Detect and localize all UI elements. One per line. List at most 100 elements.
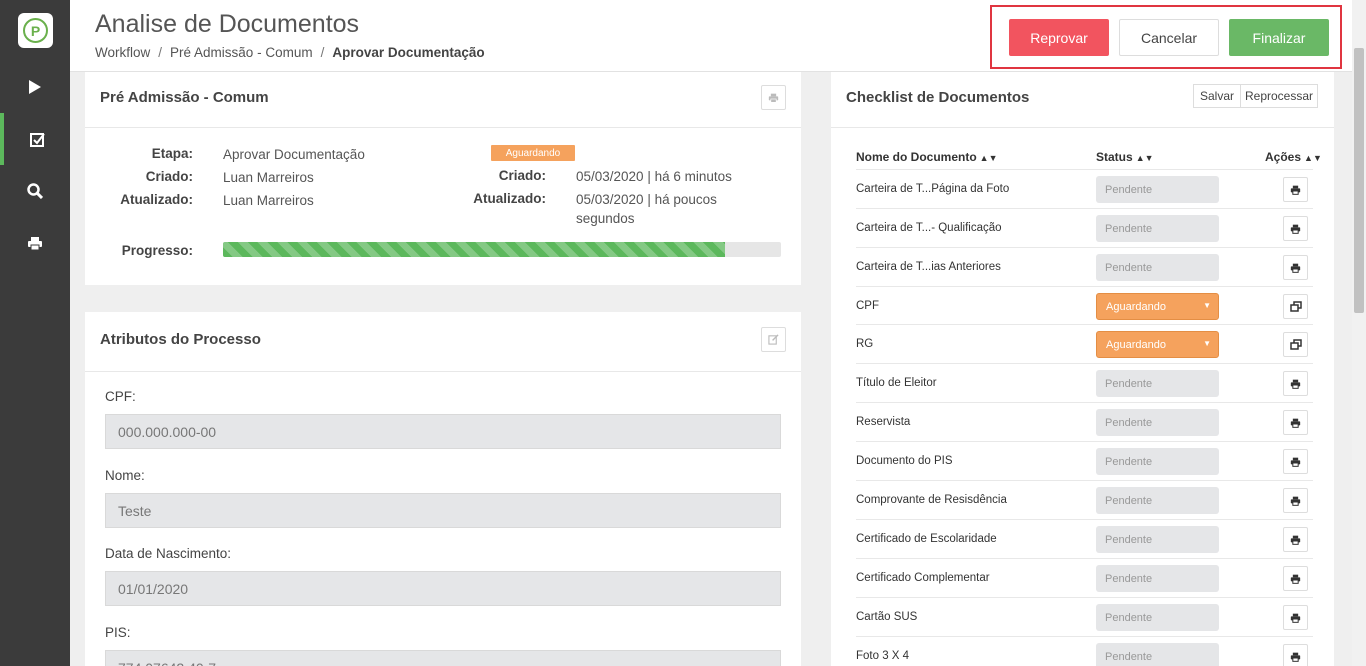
play-icon [29, 80, 41, 94]
nascimento-label: Data de Nascimento: [105, 546, 232, 561]
breadcrumb-separator: / [158, 45, 163, 60]
document-name: Comprovante de Resisdência [856, 494, 1007, 506]
nome-field[interactable] [105, 493, 781, 528]
print-icon [1290, 652, 1301, 662]
salvar-button[interactable]: Salvar [1193, 84, 1241, 108]
status-value: Pendente [1105, 377, 1153, 390]
table-row: Título de Eleitor Pendente [856, 363, 1313, 402]
print-button[interactable] [1283, 488, 1308, 513]
print-button[interactable] [1283, 177, 1308, 202]
document-name: Título de Eleitor [856, 377, 937, 389]
open-document-button[interactable] [1283, 294, 1308, 319]
print-button[interactable] [1283, 371, 1308, 396]
scrollbar-thumb[interactable] [1354, 48, 1364, 313]
sidebar-item-tasks[interactable] [0, 113, 70, 165]
sidebar-item-search[interactable] [0, 165, 70, 217]
criado-value: Luan Marreiros [223, 170, 314, 185]
open-document-button[interactable] [1283, 332, 1308, 357]
table-row: CPF Aguardando ▼ [856, 286, 1313, 325]
print-icon [28, 236, 42, 250]
print-button[interactable] [1283, 410, 1308, 435]
cancelar-button[interactable]: Cancelar [1119, 19, 1219, 56]
document-name: Certificado Complementar [856, 572, 990, 584]
status-value: Pendente [1105, 533, 1153, 546]
sidebar-item-play[interactable] [0, 61, 70, 113]
breadcrumb-process[interactable]: Pré Admissão - Comum [170, 45, 313, 60]
panel-title: Checklist de Documentos [846, 89, 1030, 106]
document-name: Carteira de T...- Qualificação [856, 222, 1002, 234]
panel-title: Pré Admissão - Comum [100, 89, 269, 106]
table-row: Carteira de T...ias Anteriores Pendente [856, 247, 1313, 286]
document-name: CPF [856, 300, 879, 312]
print-icon [1290, 418, 1301, 428]
print-icon [1290, 224, 1301, 234]
table-row: RG Aguardando ▼ [856, 324, 1313, 363]
print-button[interactable] [1283, 644, 1308, 666]
reprocessar-button[interactable]: Reprocessar [1240, 84, 1318, 108]
etapa-label: Etapa: [151, 146, 193, 161]
cpf-field[interactable] [105, 414, 781, 449]
print-button[interactable] [761, 85, 786, 110]
status-value: Pendente [1105, 222, 1153, 235]
print-button[interactable] [1283, 566, 1308, 591]
sort-icon: ▲▼ [1135, 153, 1154, 163]
pis-label: PIS: [105, 625, 131, 640]
column-header-status[interactable]: Status ▲▼ [1096, 150, 1154, 164]
checklist-icon [29, 132, 45, 147]
table-row: Foto 3 X 4 Pendente [856, 636, 1313, 666]
window-restore-icon [1289, 301, 1302, 312]
status-field: Pendente [1096, 487, 1219, 514]
print-icon [1290, 457, 1301, 467]
edit-icon [768, 334, 779, 345]
status-value: Aguardando [1106, 338, 1166, 351]
document-name: Carteira de T...Página da Foto [856, 183, 1010, 195]
reprovar-button[interactable]: Reprovar [1009, 19, 1109, 56]
criado-date-label: Criado: [498, 168, 546, 183]
status-select[interactable]: Aguardando ▼ [1096, 293, 1219, 320]
etapa-value: Aprovar Documentação [223, 147, 365, 162]
panel-title: Atributos do Processo [100, 331, 261, 348]
status-select[interactable]: Aguardando ▼ [1096, 331, 1219, 358]
column-header-name[interactable]: Nome do Documento ▲▼ [856, 150, 998, 164]
status-value: Pendente [1105, 416, 1153, 429]
document-name: Cartão SUS [856, 611, 918, 623]
status-field: Pendente [1096, 448, 1219, 475]
table-row: Cartão SUS Pendente [856, 597, 1313, 636]
progresso-label: Progresso: [121, 243, 193, 258]
print-button[interactable] [1283, 255, 1308, 280]
breadcrumb-workflow[interactable]: Workflow [95, 45, 150, 60]
column-header-label: Nome do Documento [856, 150, 977, 164]
table-row: Certificado de Escolaridade Pendente [856, 519, 1313, 558]
page-scrollbar[interactable] [1352, 0, 1366, 666]
action-buttons-group: Reprovar Cancelar Finalizar [990, 5, 1342, 69]
status-field: Pendente [1096, 565, 1219, 592]
print-button[interactable] [1283, 216, 1308, 241]
print-button[interactable] [1283, 605, 1308, 630]
caret-down-icon: ▼ [1203, 339, 1211, 348]
sidebar-item-print[interactable] [0, 217, 70, 269]
sort-icon: ▲▼ [1304, 153, 1322, 163]
print-button[interactable] [1283, 527, 1308, 552]
atualizado-date-value: 05/03/2020 | há poucos segundos [576, 192, 717, 226]
nome-label: Nome: [105, 468, 145, 483]
edit-button[interactable] [761, 327, 786, 352]
sort-icon: ▲▼ [979, 153, 998, 163]
finalizar-button[interactable]: Finalizar [1229, 19, 1329, 56]
search-icon [27, 183, 43, 199]
breadcrumb-current: Aprovar Documentação [332, 45, 485, 60]
print-icon [1290, 574, 1301, 584]
nascimento-field[interactable] [105, 571, 781, 606]
column-header-actions[interactable]: Ações ▲▼ [1265, 150, 1322, 164]
pis-field[interactable] [105, 650, 781, 666]
atualizado-date-label: Atualizado: [473, 191, 546, 206]
status-field: Pendente [1096, 409, 1219, 436]
progress-fill [223, 242, 726, 257]
app-logo[interactable]: P [18, 13, 53, 48]
print-button[interactable] [1283, 449, 1308, 474]
status-field: Pendente [1096, 643, 1219, 666]
status-value: Pendente [1105, 261, 1153, 274]
panel-header: Atributos do Processo [85, 312, 801, 372]
logo-icon: P [23, 18, 48, 43]
criado-label: Criado: [145, 169, 193, 184]
page-title: Analise de Documentos [95, 10, 360, 38]
